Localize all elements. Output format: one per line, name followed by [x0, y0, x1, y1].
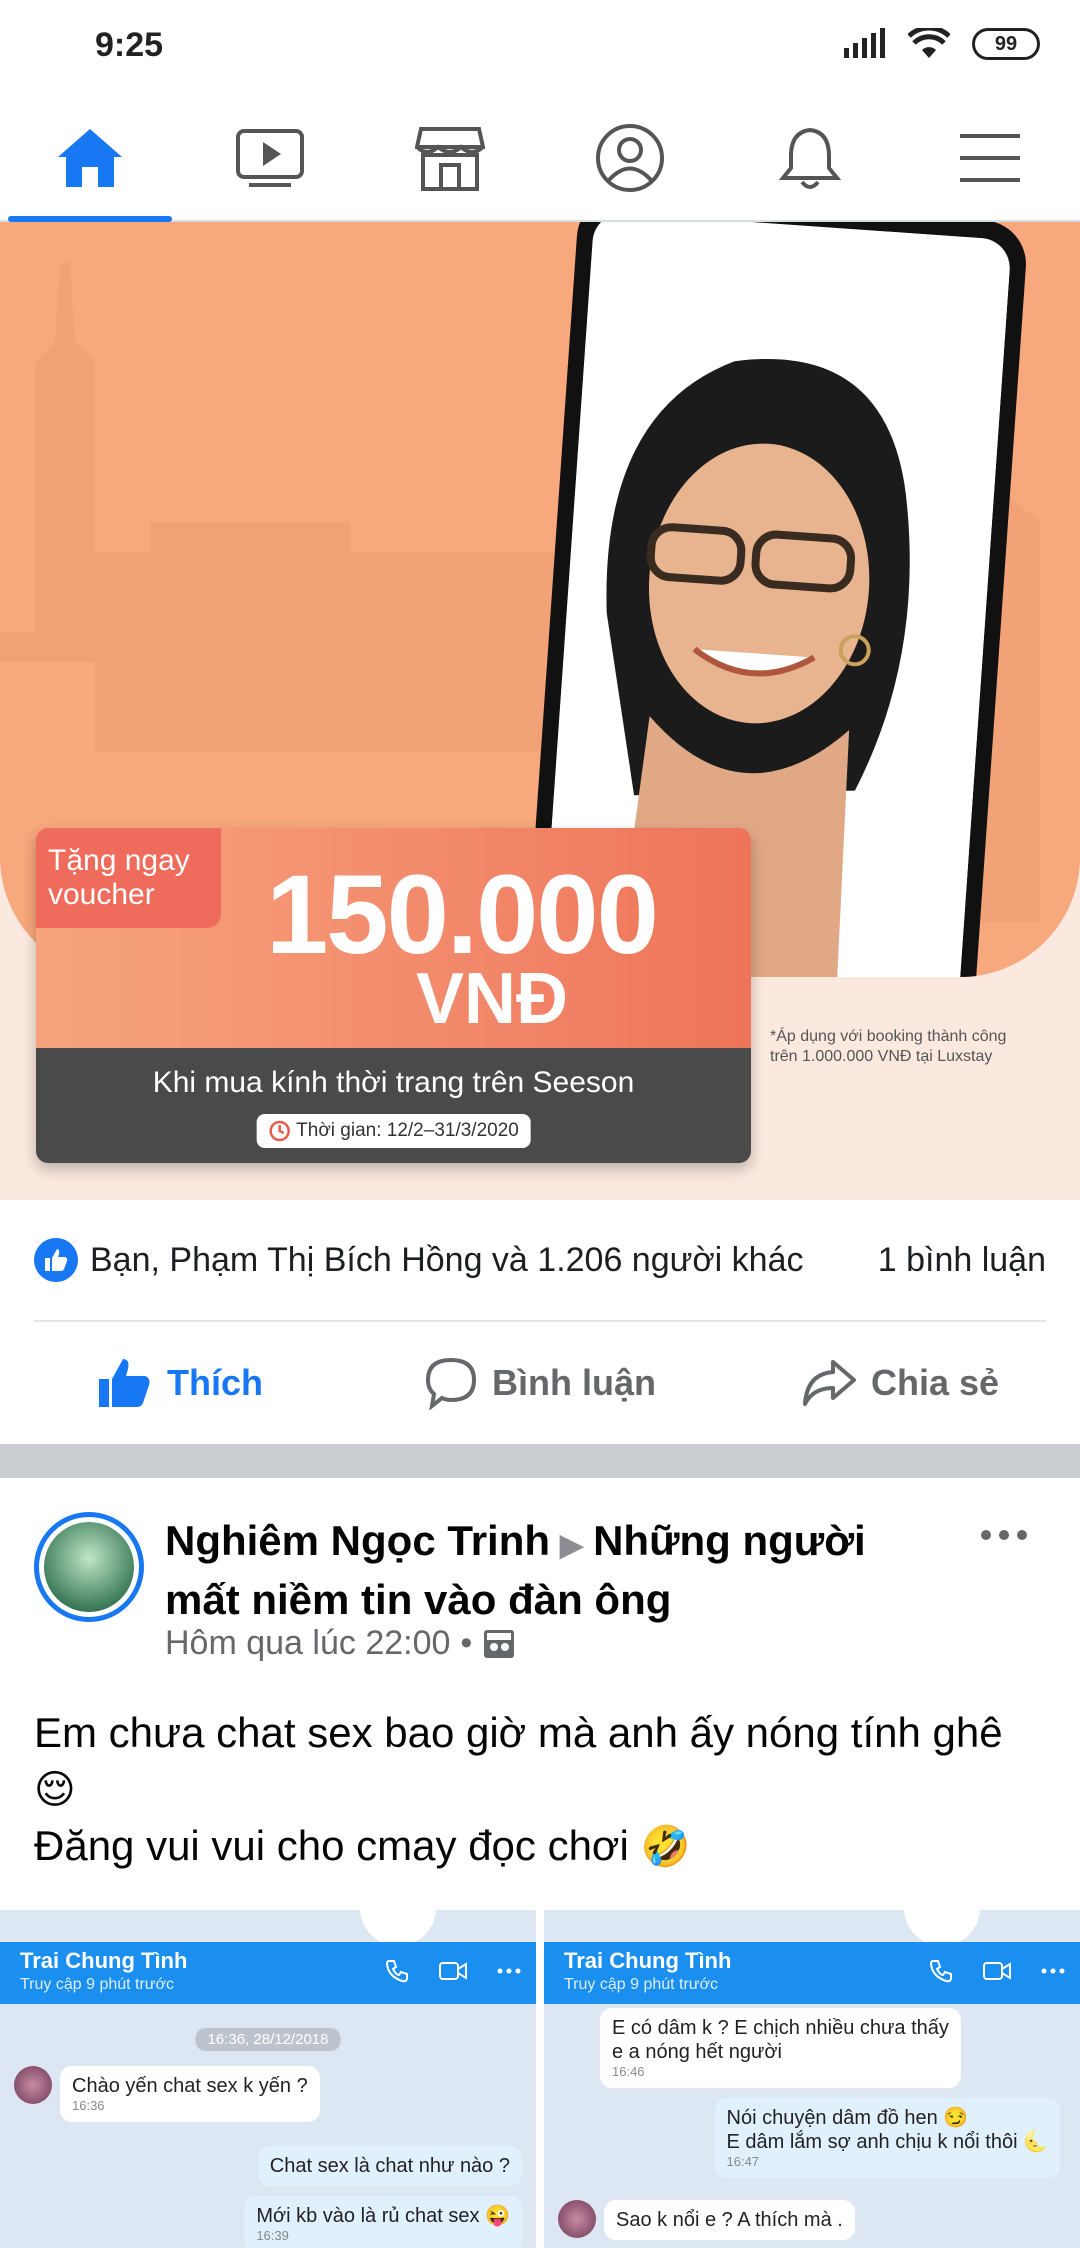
nav-marketplace[interactable]	[360, 96, 540, 220]
nav-home[interactable]	[0, 96, 180, 222]
post-header: Nghiêm Ngọc Trinh ▶ Những người mất niềm t…	[0, 1478, 1080, 1688]
reactions-text: Bạn, Phạm Thị Bích Hồng và 1.206 người k…	[90, 1240, 804, 1279]
phone-icon	[929, 1960, 952, 1983]
comments-count[interactable]: 1 bình luận	[878, 1241, 1046, 1280]
battery-indicator: 99	[972, 28, 1040, 60]
group-privacy-icon	[484, 1629, 515, 1658]
video-icon	[236, 129, 304, 187]
thumbs-up-icon	[99, 1359, 150, 1407]
chat-screenshot-2[interactable]: Trai Chung Tình Truy cập 9 phút trước E …	[544, 1910, 1080, 2248]
top-nav	[0, 96, 1080, 222]
more-icon	[497, 1968, 521, 1974]
menu-icon	[960, 134, 1020, 182]
author-name[interactable]: Nghiêm Ngọc Trinh	[165, 1517, 550, 1564]
share-button[interactable]: Chia sẻ	[720, 1324, 1080, 1442]
nav-profile[interactable]	[540, 96, 720, 220]
profile-icon	[596, 124, 664, 192]
chat-screenshot-1[interactable]: Trai Chung Tình Truy cập 9 phút trước 16…	[0, 1910, 536, 2248]
nav-watch[interactable]	[180, 96, 360, 220]
share-icon	[802, 1360, 856, 1406]
nav-menu[interactable]	[900, 96, 1080, 220]
video-call-icon	[983, 1962, 1011, 1980]
voucher-time-chip: Thời gian: 12/2–31/3/2020	[256, 1114, 531, 1148]
relieved-emoji: 😌	[34, 1767, 76, 1813]
more-icon	[981, 1530, 1027, 1540]
feed-separator	[0, 1444, 1080, 1478]
nav-notifications[interactable]	[720, 96, 900, 220]
ad-footnote: *Áp dụng với booking thành công trên 1.0…	[770, 1028, 1007, 1065]
post-meta: Hôm qua lúc 22:00 •	[165, 1624, 516, 1663]
post-time[interactable]: Hôm qua lúc 22:00	[165, 1624, 450, 1663]
video-call-icon	[439, 1962, 467, 1980]
phone-icon	[385, 1960, 408, 1983]
shop-icon	[415, 127, 485, 191]
voucher-currency: VNĐ	[416, 959, 569, 1039]
post-actions: Thích Bình luận Chia sẻ	[0, 1324, 1080, 1442]
like-button[interactable]: Thích	[0, 1324, 360, 1442]
voucher-description: Khi mua kính thời trang trên Seeson	[152, 1066, 635, 1099]
signal-icon	[844, 28, 885, 58]
post-text: Em chưa chat sex bao giờ mà anh ấy nóng …	[34, 1709, 1003, 1870]
comment-button[interactable]: Bình luận	[360, 1324, 720, 1442]
post-photos: Trai Chung Tình Truy cập 9 phút trước 16…	[0, 1910, 1080, 2248]
status-bar: 9:25 99	[0, 0, 1080, 96]
bell-icon	[779, 127, 841, 189]
home-icon	[58, 129, 122, 187]
wifi-icon	[908, 28, 950, 58]
author-avatar[interactable]	[34, 1512, 144, 1622]
comment-icon	[425, 1357, 477, 1410]
status-time: 9:25	[95, 26, 164, 64]
status-icons: 99	[842, 28, 1040, 60]
reactions-count[interactable]: Bạn, Phạm Thị Bích Hồng và 1.206 người k…	[34, 1238, 804, 1282]
sponsored-ad-image[interactable]: Tặng ngay voucher 150.000 VNĐ Khi mua kí…	[0, 222, 1080, 1200]
like-badge-icon	[34, 1238, 78, 1282]
more-options-button[interactable]	[980, 1528, 1028, 1546]
arrow-right-icon: ▶	[560, 1529, 584, 1562]
reactions-summary: Bạn, Phạm Thị Bích Hồng và 1.206 người k…	[34, 1200, 1046, 1322]
voucher-tag: Tặng ngay voucher	[36, 828, 221, 928]
author-line: Nghiêm Ngọc Trinh ▶ Những người mất niềm t…	[165, 1514, 925, 1627]
more-icon	[1041, 1968, 1065, 1974]
laughing-emoji: 🤣	[640, 1824, 691, 1870]
voucher-card: Tặng ngay voucher 150.000 VNĐ Khi mua kí…	[36, 828, 751, 1163]
clock-icon	[268, 1120, 290, 1142]
